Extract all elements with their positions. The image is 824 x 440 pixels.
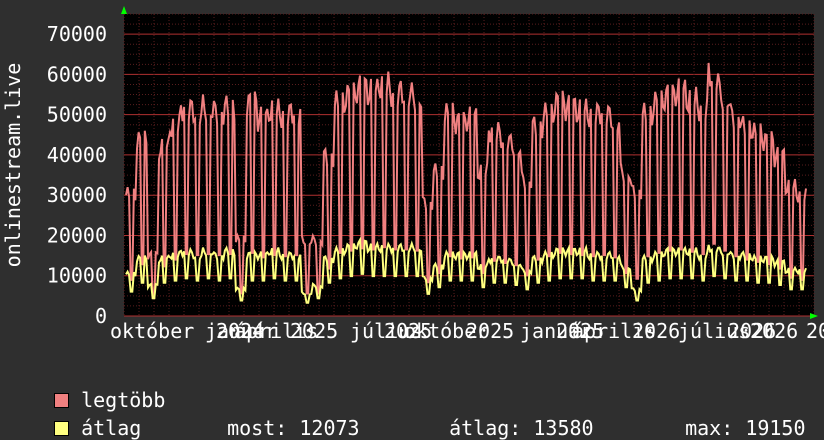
x-tick-label: 2025 xyxy=(290,319,338,343)
x-tick-label: 20 xyxy=(806,319,824,343)
legend-item-atlag: átlag xyxy=(30,392,141,440)
stat-max-label: max: xyxy=(685,416,733,440)
y-tick-label: 70000 xyxy=(47,22,107,46)
y-tick-label: 60000 xyxy=(47,62,107,86)
y-tick-label: 30000 xyxy=(47,183,107,207)
x-tick-labels: októberjanuár2024április2025július2025ok… xyxy=(110,319,824,343)
stat-atlag-value: 13580 xyxy=(533,416,593,440)
y-tick-label: 10000 xyxy=(47,264,107,288)
stat-max-value: 19150 xyxy=(745,416,805,440)
y-axis-arrow xyxy=(121,6,127,14)
y-tick-label: 0 xyxy=(95,304,107,328)
y-axis-label: onlinestream.live xyxy=(1,63,25,268)
legend-swatch-atlag xyxy=(54,421,69,436)
y-tick-label: 40000 xyxy=(47,143,107,167)
stat-atlag-label: átlag: xyxy=(449,416,521,440)
x-tick-label: 2026 xyxy=(750,319,798,343)
x-tick-label: 2026 xyxy=(632,319,680,343)
stat-most: most: 12073 xyxy=(203,392,360,440)
stat-atlag: átlag: 13580 xyxy=(425,392,594,440)
y-tick-label: 50000 xyxy=(47,103,107,127)
x-tick-label: október xyxy=(110,319,194,343)
y-tick-label: 20000 xyxy=(47,223,107,247)
stat-max: max: 19150 xyxy=(661,392,806,440)
stat-most-label: most: xyxy=(227,416,287,440)
legend-label-atlag: átlag xyxy=(81,416,141,440)
y-tick-labels: 0 10000 20000 30000 40000 50000 60000 70000 xyxy=(47,22,107,328)
stat-most-value: 12073 xyxy=(299,416,359,440)
x-tick-label: 2025 xyxy=(466,319,514,343)
